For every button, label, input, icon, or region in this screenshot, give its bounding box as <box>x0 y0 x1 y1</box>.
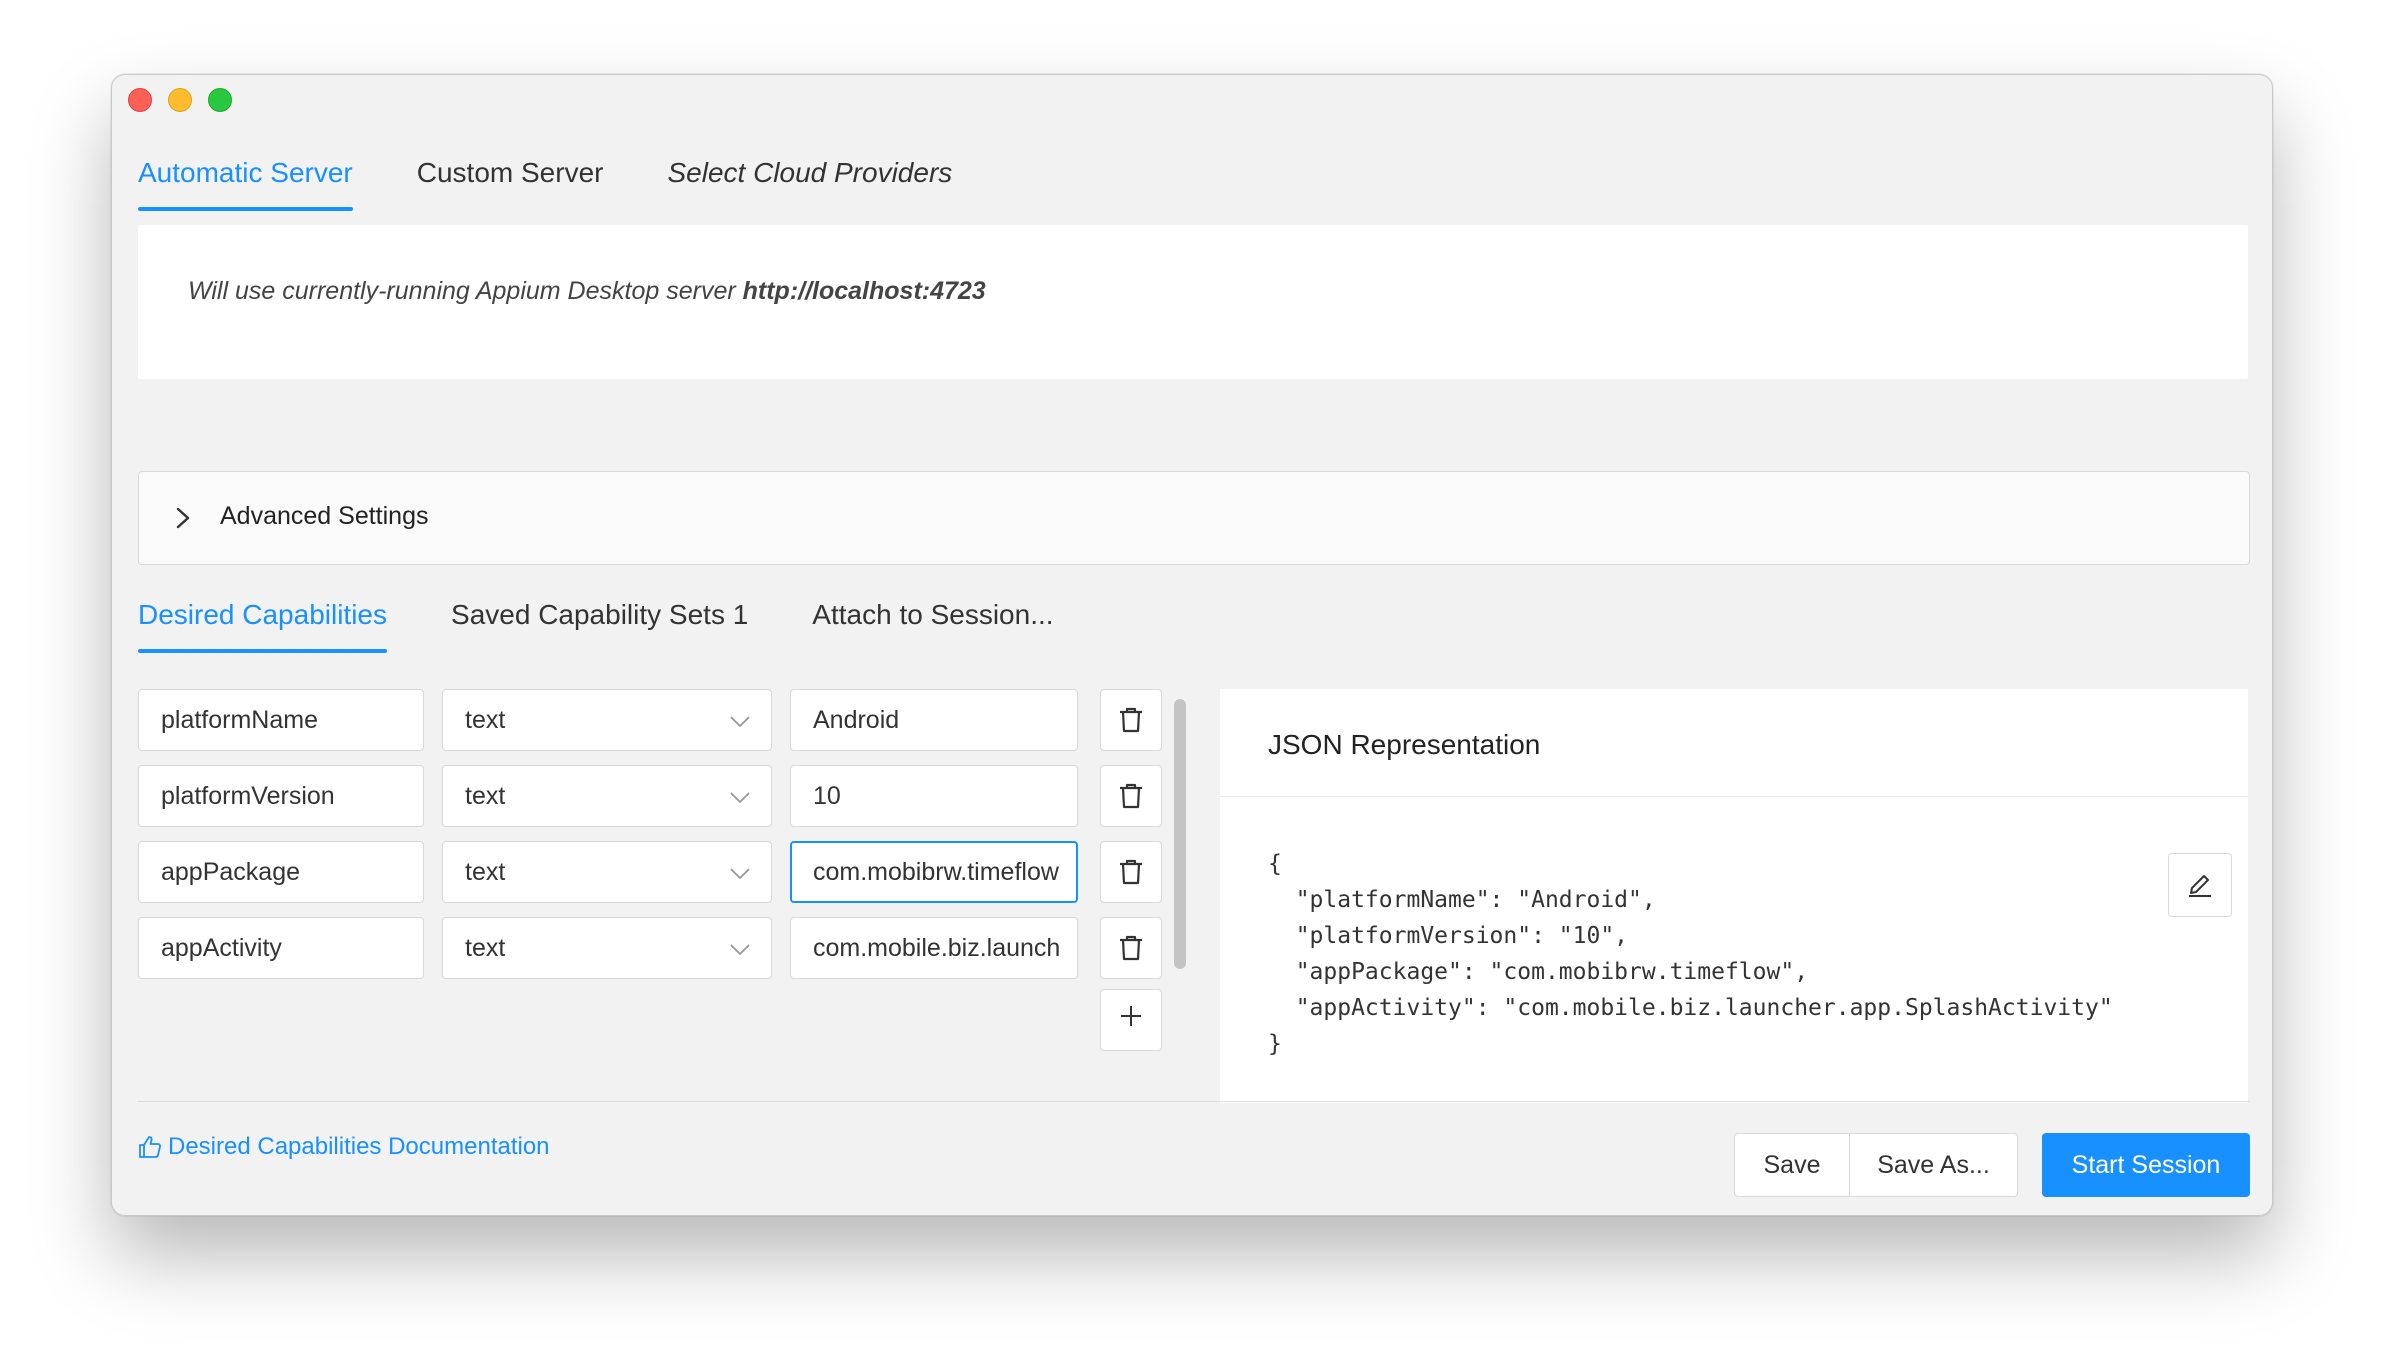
advanced-settings-label: Advanced Settings <box>220 502 429 530</box>
close-window-button[interactable] <box>128 88 152 112</box>
delete-capability-button[interactable] <box>1100 841 1162 903</box>
add-capability-button[interactable] <box>1100 989 1162 1051</box>
edit-icon <box>2189 875 2211 897</box>
capability-value-input[interactable]: Android <box>790 689 1078 751</box>
capability-value-input[interactable]: com.mobile.biz.launch <box>790 917 1078 979</box>
capability-row: appActivity text com.mobile.biz.launch <box>138 917 1198 979</box>
save-button[interactable]: Save <box>1734 1133 1850 1197</box>
start-session-button[interactable]: Start Session <box>2042 1133 2250 1197</box>
server-message: Will use currently-running Appium Deskto… <box>188 277 986 306</box>
capability-type-value: text <box>465 782 506 810</box>
plus-icon <box>1121 1006 1141 1026</box>
trash-icon <box>1120 859 1142 885</box>
json-code: { "platformName": "Android", "platformVe… <box>1268 851 2113 1057</box>
capability-type-select[interactable]: text <box>442 689 772 751</box>
capability-row: appPackage text com.mobibrw.timeflow <box>138 841 1198 903</box>
minimize-window-button[interactable] <box>168 88 192 112</box>
tab-desired-capabilities[interactable]: Desired Capabilities <box>138 587 388 653</box>
like-icon <box>139 1136 161 1158</box>
tab-automatic-server[interactable]: Automatic Server <box>138 145 353 211</box>
trash-icon <box>1120 783 1142 809</box>
capability-tabs: Desired Capabilities Saved Capability Se… <box>138 587 1118 653</box>
footer-divider <box>138 1101 2250 1102</box>
delete-capability-button[interactable] <box>1100 689 1162 751</box>
chevron-down-icon <box>730 716 750 728</box>
capability-name-input[interactable]: appActivity <box>138 917 424 979</box>
server-url: http://localhost:4723 <box>742 277 986 305</box>
capabilities-list: platformName text Android platformVersio… <box>138 689 1198 1105</box>
capability-type-select[interactable]: text <box>442 841 772 903</box>
tab-attach-to-session[interactable]: Attach to Session... <box>812 587 1053 653</box>
chevron-down-icon <box>730 944 750 956</box>
capabilities-scrollbar[interactable] <box>1172 689 1188 989</box>
capability-type-value: text <box>465 706 506 734</box>
trash-icon <box>1120 935 1142 961</box>
capability-name-input[interactable]: platformVersion <box>138 765 424 827</box>
app-window: Automatic Server Custom Server Select Cl… <box>111 74 2273 1216</box>
save-as-button[interactable]: Save As... <box>1850 1133 2018 1197</box>
tab-custom-server[interactable]: Custom Server <box>417 145 604 211</box>
tab-saved-capability-sets[interactable]: Saved Capability Sets 1 <box>451 587 748 653</box>
capability-type-select[interactable]: text <box>442 917 772 979</box>
scrollbar-thumb[interactable] <box>1174 699 1186 969</box>
tab-select-cloud-providers[interactable]: Select Cloud Providers <box>667 145 952 211</box>
advanced-settings-collapse[interactable]: Advanced Settings <box>138 471 2250 565</box>
capability-type-value: text <box>465 858 506 886</box>
delete-capability-button[interactable] <box>1100 917 1162 979</box>
capability-name-input[interactable]: appPackage <box>138 841 424 903</box>
delete-capability-button[interactable] <box>1100 765 1162 827</box>
capability-value-input[interactable]: 10 <box>790 765 1078 827</box>
chevron-down-icon <box>730 868 750 880</box>
chevron-right-icon <box>176 507 190 529</box>
trash-icon <box>1120 707 1142 733</box>
capability-name-input[interactable]: platformName <box>138 689 424 751</box>
chevron-down-icon <box>730 792 750 804</box>
server-info-panel: Will use currently-running Appium Deskto… <box>138 225 2248 379</box>
window-controls <box>128 88 232 112</box>
json-panel-title: JSON Representation <box>1268 729 1541 760</box>
zoom-window-button[interactable] <box>208 88 232 112</box>
server-message-text: Will use currently-running Appium Deskto… <box>188 277 743 305</box>
server-tabs: Automatic Server Custom Server Select Cl… <box>138 145 1016 211</box>
capability-row: platformVersion text 10 <box>138 765 1198 827</box>
doc-link-label: Desired Capabilities Documentation <box>168 1133 550 1160</box>
capability-row: platformName text Android <box>138 689 1198 751</box>
desired-capabilities-doc-link[interactable]: Desired Capabilities Documentation <box>138 1133 550 1161</box>
capability-type-select[interactable]: text <box>442 765 772 827</box>
capability-value-input[interactable]: com.mobibrw.timeflow <box>790 841 1078 903</box>
json-representation-panel: JSON Representation { "platformName": "A… <box>1220 689 2248 1103</box>
capability-type-value: text <box>465 934 506 962</box>
edit-json-button[interactable] <box>2168 853 2232 917</box>
json-panel-header: JSON Representation <box>1220 689 2248 797</box>
